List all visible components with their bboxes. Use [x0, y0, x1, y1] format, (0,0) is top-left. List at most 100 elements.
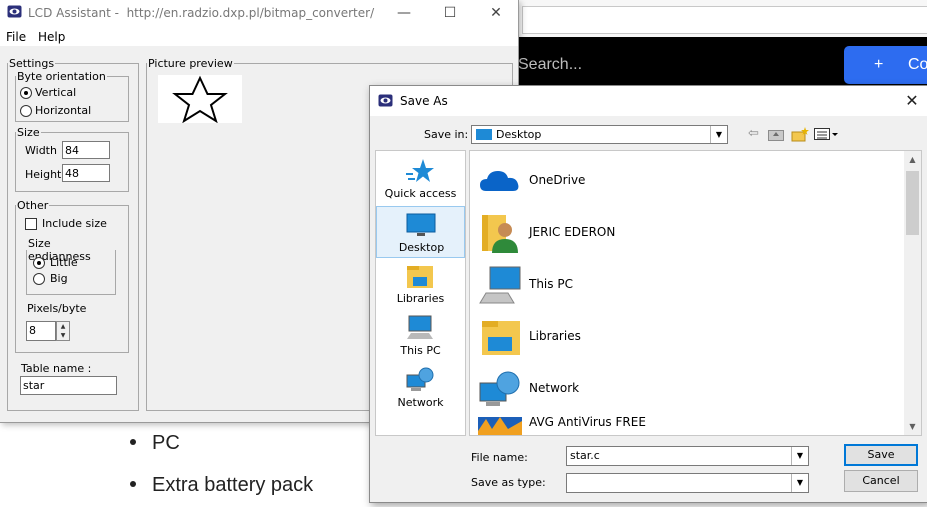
- app-eye-icon: [7, 5, 22, 21]
- list-item-avg[interactable]: AVG AntiVirus FREE: [478, 411, 898, 435]
- list-item-network[interactable]: Network: [478, 363, 898, 413]
- libraries-icon: [482, 321, 520, 355]
- radio-vertical-label: Vertical: [35, 86, 77, 99]
- save-in-value: Desktop: [496, 128, 542, 141]
- scroll-down-icon[interactable]: ▼: [904, 418, 921, 435]
- bullet-icon: [130, 480, 136, 487]
- pixels-per-byte-spinner[interactable]: ▲ ▼: [56, 321, 70, 341]
- minimize-button[interactable]: —: [381, 0, 427, 26]
- file-name-value: star.c: [570, 449, 600, 462]
- save-as-type-label: Save as type:: [471, 476, 546, 489]
- up-folder-icon[interactable]: [768, 128, 784, 141]
- list-item-onedrive[interactable]: OneDrive: [478, 155, 898, 205]
- pixels-per-byte-input[interactable]: 8: [26, 321, 56, 341]
- network-icon: [479, 371, 520, 406]
- height-input[interactable]: 48: [62, 164, 110, 182]
- menu-help[interactable]: Help: [38, 30, 65, 44]
- include-size-label: Include size: [42, 217, 107, 230]
- view-menu-icon[interactable]: [814, 128, 840, 140]
- maximize-button[interactable]: ☐: [427, 0, 473, 26]
- list-item: PC: [130, 432, 180, 455]
- back-icon[interactable]: ⇦: [748, 126, 759, 141]
- computer-icon: [407, 315, 433, 339]
- file-name-label: File name:: [471, 451, 528, 464]
- star-preview-image: [158, 75, 242, 124]
- file-name: AVG AntiVirus FREE: [529, 415, 646, 429]
- other-legend: Other: [17, 199, 49, 212]
- settings-legend: Settings: [9, 57, 55, 70]
- save-button[interactable]: Save: [844, 444, 918, 466]
- pixels-per-byte-label: Pixels/byte: [27, 302, 87, 315]
- cloud-icon: [480, 171, 519, 191]
- title-bar[interactable]: LCD Assistant - http://en.radzio.dxp.pl/…: [0, 0, 518, 26]
- picture-preview-legend: Picture preview: [148, 57, 233, 70]
- file-list: OneDrive JERIC EDERON This PC Libraries …: [469, 150, 922, 436]
- save-as-dialog: Save As ✕ Save in: Desktop ▼ ⇦ Quick acc…: [369, 85, 927, 503]
- radio-little-label: Little: [50, 256, 78, 269]
- place-label: Network: [397, 396, 444, 409]
- place-label: This PC: [400, 344, 441, 357]
- scroll-thumb[interactable]: [906, 171, 919, 235]
- save-in-label: Save in:: [424, 128, 469, 141]
- computer-icon: [479, 266, 521, 304]
- create-button[interactable]: + Co: [844, 46, 927, 84]
- chevron-down-icon[interactable]: ▼: [710, 126, 727, 143]
- file-name: JERIC EDERON: [529, 225, 616, 239]
- scroll-up-icon[interactable]: ▲: [904, 151, 921, 168]
- file-list-scrollbar[interactable]: ▲ ▼: [904, 151, 921, 435]
- window-title: LCD Assistant - http://en.radzio.dxp.pl/…: [28, 6, 375, 20]
- menu-file[interactable]: File: [6, 30, 26, 44]
- list-item-user[interactable]: JERIC EDERON: [478, 207, 898, 257]
- bullet-icon: [130, 438, 136, 445]
- byte-orientation-legend: Byte orientation: [17, 70, 106, 83]
- user-folder-icon: [482, 215, 518, 253]
- star-icon: [406, 159, 434, 182]
- place-this-pc[interactable]: This PC: [376, 310, 465, 362]
- list-item-this-pc[interactable]: This PC: [478, 259, 898, 309]
- network-icon: [406, 367, 434, 391]
- close-button[interactable]: ✕: [473, 0, 519, 26]
- libraries-icon: [407, 266, 433, 288]
- new-folder-icon[interactable]: [791, 127, 809, 142]
- place-label: Quick access: [384, 187, 457, 200]
- file-name: This PC: [529, 277, 573, 291]
- cancel-button[interactable]: Cancel: [844, 470, 918, 492]
- spin-up-icon[interactable]: ▲: [57, 322, 69, 331]
- browser-address-bar[interactable]: [522, 6, 927, 34]
- place-quick-access[interactable]: Quick access: [376, 153, 465, 205]
- height-label: Height: [25, 168, 62, 181]
- radio-horizontal-label: Horizontal: [35, 104, 92, 117]
- desktop-small-icon: [476, 129, 492, 140]
- file-name: Network: [529, 381, 580, 395]
- file-name: Libraries: [529, 329, 581, 343]
- app-eye-icon: [378, 94, 393, 110]
- spin-down-icon[interactable]: ▼: [57, 331, 69, 340]
- save-in-combo[interactable]: Desktop ▼: [471, 125, 728, 144]
- file-name-input[interactable]: star.c ▼: [566, 446, 809, 466]
- radio-little[interactable]: [33, 257, 45, 269]
- save-as-type-select[interactable]: ▼: [566, 473, 809, 493]
- place-libraries[interactable]: Libraries: [376, 258, 465, 310]
- include-size-checkbox[interactable]: [25, 218, 37, 230]
- list-item-libraries[interactable]: Libraries: [478, 311, 898, 361]
- places-bar: Quick access Desktop Libraries This PC N…: [375, 150, 466, 436]
- dialog-title-bar[interactable]: Save As ✕: [370, 86, 927, 116]
- dialog-close-button[interactable]: ✕: [900, 90, 924, 112]
- radio-big[interactable]: [33, 273, 45, 285]
- place-desktop[interactable]: Desktop: [376, 206, 465, 258]
- place-label: Libraries: [396, 292, 445, 305]
- table-name-input[interactable]: star: [20, 376, 117, 395]
- radio-big-label: Big: [50, 272, 68, 285]
- chevron-down-icon[interactable]: ▼: [791, 447, 808, 465]
- place-network[interactable]: Network: [376, 362, 465, 414]
- plus-icon: +: [874, 56, 884, 73]
- width-input[interactable]: 84: [62, 141, 110, 159]
- size-legend: Size: [17, 126, 40, 139]
- list-item: Extra battery pack: [130, 474, 313, 497]
- site-search-input[interactable]: Search...: [518, 56, 582, 74]
- create-button-label: Co: [908, 56, 927, 73]
- avg-icon: [478, 417, 522, 435]
- radio-horizontal[interactable]: [20, 105, 32, 117]
- radio-vertical[interactable]: [20, 87, 32, 99]
- chevron-down-icon[interactable]: ▼: [791, 474, 808, 492]
